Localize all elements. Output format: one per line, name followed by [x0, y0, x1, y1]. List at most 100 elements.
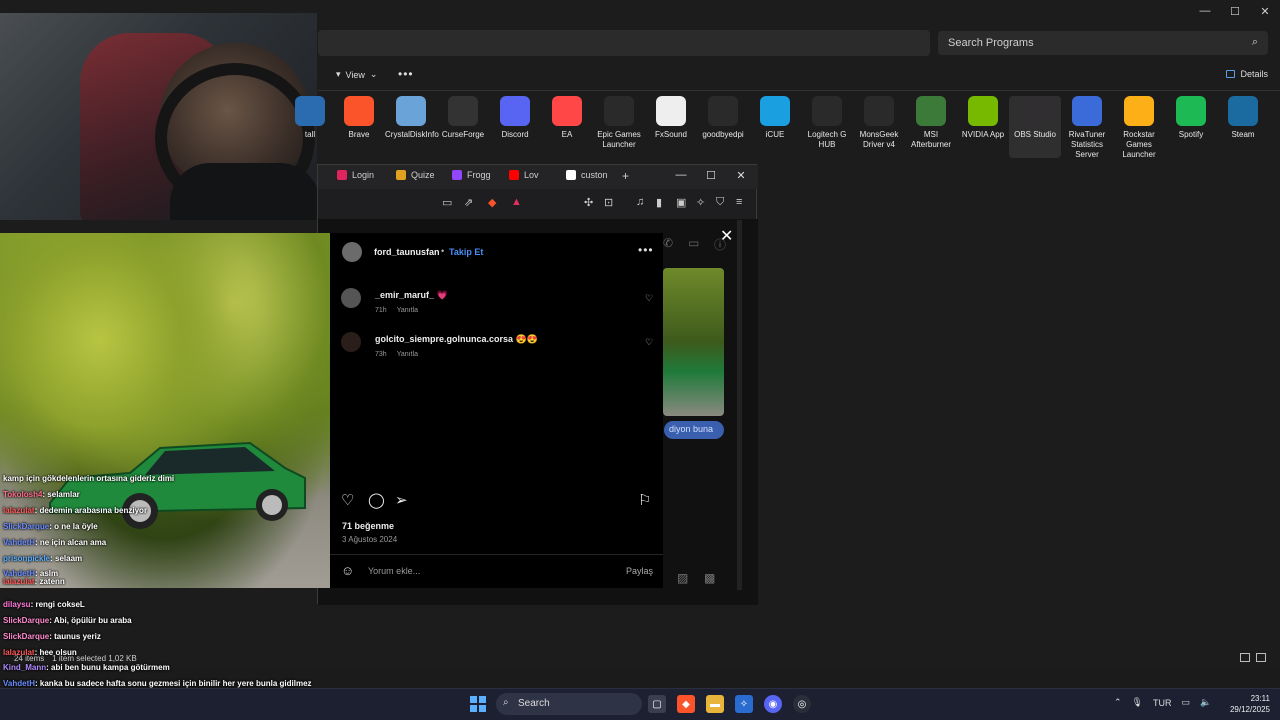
- avatar[interactable]: [341, 332, 361, 352]
- program-icon: [864, 96, 894, 126]
- video-call-icon[interactable]: ▭: [688, 236, 699, 250]
- program-item[interactable]: OBS Studio: [1009, 96, 1061, 158]
- comment-input[interactable]: Yorum ekle...: [368, 566, 420, 576]
- task-view-icon[interactable]: ▢: [648, 695, 666, 713]
- program-icon: [1020, 96, 1050, 126]
- follow-button[interactable]: Takip Et: [449, 247, 483, 257]
- like-icon[interactable]: ♡: [341, 491, 354, 509]
- like-count[interactable]: 71 beğenme: [342, 521, 394, 531]
- clock[interactable]: 23:11 29/12/2025: [1224, 693, 1270, 715]
- screenshot-icon[interactable]: ⊡: [604, 196, 613, 209]
- browser-tab[interactable]: Frogg: [452, 170, 491, 180]
- extensions-icon[interactable]: ✣: [584, 196, 593, 209]
- program-item[interactable]: RivaTuner Statistics Server: [1061, 96, 1113, 160]
- program-label: FxSound: [654, 130, 688, 139]
- program-item[interactable]: Rockstar Games Launcher: [1113, 96, 1165, 160]
- maximize-button[interactable]: ☐: [1220, 0, 1250, 22]
- program-item[interactable]: CrystalDiskInfo: [385, 96, 439, 140]
- program-item[interactable]: Brave: [333, 96, 385, 140]
- app-icon[interactable]: ✧: [735, 695, 753, 713]
- bookmark-icon[interactable]: ⚐: [638, 491, 651, 509]
- obs-icon[interactable]: ◎: [793, 695, 811, 713]
- share-icon[interactable]: ⇗: [464, 196, 473, 209]
- comment-author[interactable]: golcito_siempre.golnunca.corsa 😍😍: [375, 334, 538, 345]
- program-item[interactable]: Spotify: [1165, 96, 1217, 140]
- brave-rewards-icon[interactable]: ▲: [511, 196, 522, 208]
- more-options-button[interactable]: •••: [398, 67, 414, 81]
- emoji-icon[interactable]: ☺: [341, 563, 354, 578]
- reply-link[interactable]: Yanıtla: [397, 307, 418, 314]
- post-options-button[interactable]: •••: [638, 243, 654, 257]
- wallet-icon[interactable]: ▣: [676, 196, 686, 209]
- program-item[interactable]: MSI Afterburner: [905, 96, 957, 150]
- music-icon[interactable]: ♫: [636, 196, 644, 208]
- details-view-icon[interactable]: [1240, 653, 1250, 662]
- details-button[interactable]: Details: [1226, 69, 1268, 79]
- brave-shields-icon[interactable]: ◆: [488, 196, 496, 209]
- dm-image-preview: [663, 268, 724, 416]
- post-username[interactable]: ford_taunusfan: [374, 247, 440, 257]
- send-icon[interactable]: ➢: [395, 491, 408, 509]
- chat-message: SlickDarque: Abi, öpülür bu araba: [3, 616, 132, 625]
- cast-icon[interactable]: ▭: [442, 196, 452, 209]
- chevron-up-icon[interactable]: ⌃: [1114, 697, 1122, 708]
- program-item[interactable]: iCUE: [749, 96, 801, 140]
- search-programs-input[interactable]: Search Programs ⌕: [938, 31, 1268, 55]
- brave-taskbar-icon[interactable]: ◆: [677, 695, 695, 713]
- program-item[interactable]: tall: [292, 96, 328, 140]
- program-item[interactable]: FxSound: [645, 96, 697, 140]
- view-button[interactable]: ▾ View ⌄: [336, 69, 377, 80]
- program-item[interactable]: NVIDIA App: [957, 96, 1009, 140]
- browser-tab[interactable]: custon: [566, 170, 608, 180]
- program-item[interactable]: Discord: [489, 96, 541, 140]
- close-button[interactable]: ✕: [726, 169, 756, 182]
- taskbar-search[interactable]: ⌕ Search: [496, 693, 642, 715]
- large-icons-view-icon[interactable]: [1256, 653, 1266, 662]
- reply-link[interactable]: Yanıtla: [397, 351, 418, 358]
- comment-icon[interactable]: ◯: [368, 491, 385, 509]
- browser-tab[interactable]: Lov: [509, 170, 539, 180]
- scrollbar[interactable]: [737, 220, 742, 590]
- browser-tab[interactable]: Login: [337, 170, 374, 180]
- program-item[interactable]: CurseForge: [437, 96, 489, 140]
- maximize-button[interactable]: ☐: [696, 169, 726, 182]
- leo-ai-icon[interactable]: ✧: [696, 196, 705, 209]
- program-item[interactable]: Logitech G HUB: [801, 96, 853, 150]
- details-label: Details: [1240, 69, 1268, 79]
- microphone-icon[interactable]: 🎙: [1132, 697, 1143, 708]
- minimize-button[interactable]: —: [666, 169, 696, 182]
- webcam-overlay: [0, 13, 317, 220]
- network-icon[interactable]: ▭: [1181, 697, 1190, 708]
- program-item[interactable]: EA: [541, 96, 593, 140]
- system-tray: ⌃ 🎙 TUR ▭ 🔈: [1114, 697, 1211, 708]
- taskbar-search-label: Search: [518, 698, 550, 709]
- vpn-icon[interactable]: ⛉: [716, 196, 724, 209]
- volume-icon[interactable]: 🔈: [1200, 697, 1211, 708]
- program-item[interactable]: Epic Games Launcher: [593, 96, 645, 150]
- minimize-button[interactable]: —: [1190, 0, 1220, 22]
- image-icon[interactable]: ▨: [677, 571, 688, 585]
- phone-icon[interactable]: ✆: [663, 236, 673, 250]
- close-icon[interactable]: ✕: [720, 226, 733, 246]
- discord-icon[interactable]: ◉: [764, 695, 782, 713]
- avatar[interactable]: [341, 288, 361, 308]
- program-item[interactable]: Steam: [1217, 96, 1269, 140]
- program-item[interactable]: MonsGeek Driver v4: [853, 96, 905, 150]
- browser-tab[interactable]: Quize: [396, 170, 435, 180]
- close-button[interactable]: ✕: [1250, 0, 1280, 22]
- sticker-icon[interactable]: ▩: [704, 571, 715, 585]
- program-label: NVIDIA App: [961, 130, 1005, 139]
- comment-author[interactable]: _emir_maruf_ 💗: [375, 290, 448, 301]
- avatar[interactable]: [342, 242, 362, 262]
- file-explorer-icon[interactable]: ▬: [706, 695, 724, 713]
- language-indicator[interactable]: TUR: [1153, 698, 1172, 708]
- address-bar[interactable]: [318, 30, 930, 56]
- program-item[interactable]: goodbyedpi: [697, 96, 749, 140]
- new-tab-button[interactable]: +: [622, 169, 629, 183]
- menu-icon[interactable]: ≡: [736, 196, 742, 208]
- like-comment-icon[interactable]: ♡: [645, 293, 653, 304]
- post-comment-button[interactable]: Paylaş: [626, 566, 653, 576]
- start-icon[interactable]: [470, 696, 486, 712]
- like-comment-icon[interactable]: ♡: [645, 337, 653, 348]
- sidebar-icon[interactable]: ▮: [656, 196, 662, 209]
